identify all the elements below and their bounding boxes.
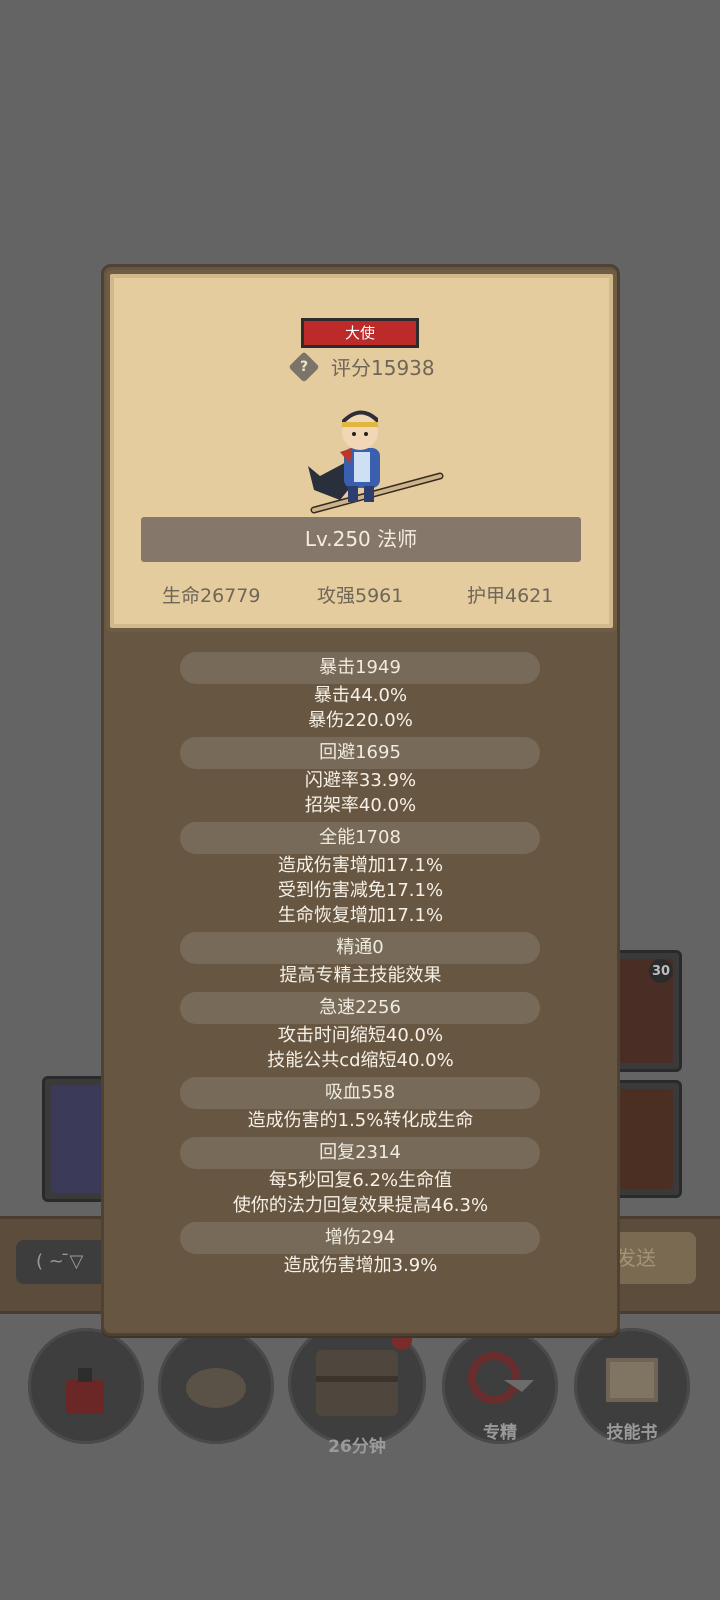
stat-line: 闪避率33.9% [304, 770, 417, 791]
skill-card-right[interactable] [610, 1080, 682, 1198]
stat-heading-versatility: 全能1708 [180, 822, 540, 854]
stat-line: 攻击时间缩短40.0% [277, 1025, 444, 1046]
nav-chest-label: 26分钟 [328, 1437, 386, 1457]
help-icon[interactable]: ? [288, 351, 320, 383]
stat-line: 招架率40.0% [304, 795, 417, 816]
nav-specialization-label: 专精 [483, 1423, 517, 1443]
stat-line: 技能公共cd缩短40.0% [267, 1050, 454, 1071]
hp-stat: 生命26779 [162, 585, 261, 607]
stat-heading-damage-bonus: 增伤294 [180, 1222, 540, 1254]
stat-line: 暴击44.0% [313, 685, 408, 706]
stat-line: 提高专精主技能效果 [279, 965, 442, 986]
nav-skill-book-label: 技能书 [606, 1423, 658, 1443]
armor-stat: 护甲4621 [467, 585, 554, 607]
stat-line: 造成伤害增加3.9% [283, 1255, 438, 1276]
character-avatar [308, 410, 444, 514]
stat-line: 造成伤害的1.5%转化成生命 [247, 1110, 474, 1131]
potion-icon [66, 1368, 104, 1414]
stat-line: 造成伤害增加17.1% [277, 855, 444, 876]
skill-card-top-right[interactable]: 30 [610, 950, 682, 1072]
stat-line: 每5秒回复6.2%生命值 [268, 1170, 453, 1191]
stat-heading-crit: 暴击1949 [180, 652, 540, 684]
attack-power-stat: 攻强5961 [317, 585, 404, 607]
stat-line: 受到伤害减免17.1% [277, 880, 444, 901]
nav-bread-button[interactable] [158, 1328, 274, 1444]
stat-line: 使你的法力回复效果提高46.3% [232, 1195, 489, 1216]
skill-card-count-badge: 30 [649, 959, 673, 983]
stat-heading-regen: 回复2314 [180, 1137, 540, 1169]
stat-line: 暴伤220.0% [308, 710, 413, 731]
score-label: 评分15938 [331, 356, 435, 380]
stat-heading-mastery: 精通0 [180, 932, 540, 964]
bread-icon [186, 1368, 246, 1408]
title-badge: 大使 [301, 318, 419, 348]
stat-heading-lifesteal: 吸血558 [180, 1077, 540, 1109]
stat-heading-dodge: 回避1695 [180, 737, 540, 769]
stat-line: 生命恢复增加17.1% [277, 905, 444, 926]
stat-heading-haste: 急速2256 [180, 992, 540, 1024]
nav-potion-button[interactable] [28, 1328, 144, 1444]
level-class-bar: Lv.250 法师 [141, 517, 581, 562]
